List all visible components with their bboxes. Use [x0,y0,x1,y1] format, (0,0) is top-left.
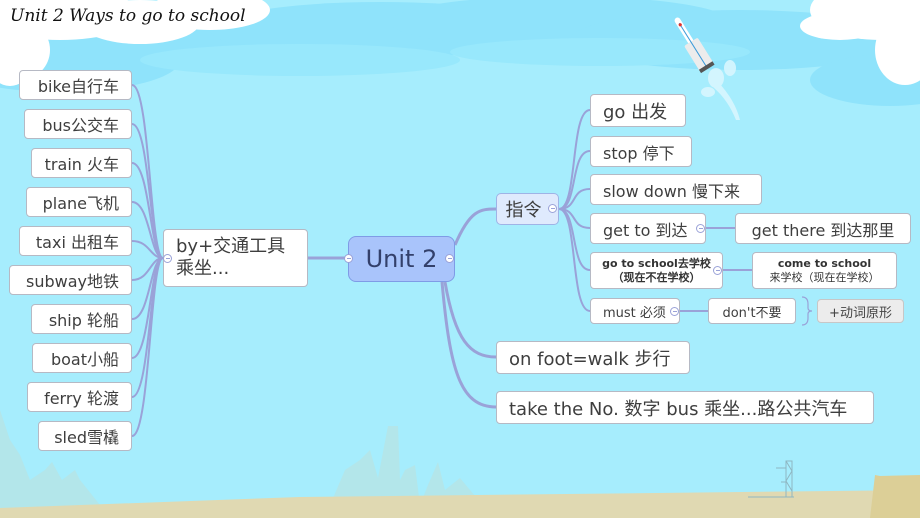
transport-node[interactable]: by+交通工具 乘坐... [163,229,308,287]
transport-item-label: plane飞机 [42,194,119,213]
commands-label: 指令 [505,200,542,221]
command-go[interactable]: go 出发 [590,94,686,127]
get-there-node[interactable]: get there 到达那里 [735,213,911,244]
transport-item[interactable]: taxi 出租车 [19,226,132,256]
verb-base-form-note: +动词原形 [817,299,904,323]
collapse-minus-icon[interactable] [445,254,454,263]
transport-item[interactable]: ferry 轮渡 [27,382,132,412]
transport-label-line1: by+交通工具 [176,236,286,257]
on-foot-node[interactable]: on foot=walk 步行 [496,341,690,374]
transport-item[interactable]: bus公交车 [24,109,132,139]
transport-item[interactable]: subway地铁 [9,265,132,295]
command-slow-down[interactable]: slow down 慢下来 [590,174,762,205]
collapse-minus-icon[interactable] [344,254,353,263]
transport-item[interactable]: train 火车 [31,148,132,178]
transport-item-label: taxi 出租车 [35,233,119,252]
collapse-minus-icon[interactable] [713,266,722,275]
collapse-minus-icon[interactable] [163,254,172,263]
take-bus-node[interactable]: take the No. 数字 bus 乘坐...路公共汽车 [496,391,874,424]
collapse-minus-icon[interactable] [670,307,679,316]
transport-item-label: bus公交车 [42,116,119,135]
transport-item-label: bike自行车 [37,77,119,96]
transport-item-label: subway地铁 [26,272,119,291]
transport-item-label: ferry 轮渡 [44,389,119,408]
transport-label-line2: 乘坐... [176,258,230,279]
right-brace-icon [801,296,813,326]
collapse-minus-icon[interactable] [548,204,557,213]
come-to-school-node[interactable]: come to school 来学校（现在在学校） [752,252,897,289]
transport-item-label: ship 轮船 [48,311,119,330]
transport-item[interactable]: bike自行车 [19,70,132,100]
root-label: Unit 2 [365,245,438,273]
rock [870,475,920,518]
transport-item-label: train 火车 [44,155,119,174]
transport-item[interactable]: ship 轮船 [31,304,132,334]
dont-node[interactable]: don't不要 [708,298,796,324]
transport-item-label: sled雪橇 [54,428,119,447]
transport-item-label: boat小船 [50,350,119,369]
collapse-minus-icon[interactable] [696,224,705,233]
slide-title: Unit 2 Ways to go to school [10,6,246,26]
root-node[interactable]: Unit 2 [348,236,455,282]
command-stop[interactable]: stop 停下 [590,136,692,167]
transport-item[interactable]: boat小船 [32,343,132,373]
command-must[interactable]: must 必须 [590,298,680,324]
command-get-to[interactable]: get to 到达 [590,213,706,244]
transport-item[interactable]: sled雪橇 [38,421,132,451]
transport-item[interactable]: plane飞机 [26,187,132,217]
command-go-to-school[interactable]: go to school去学校 （现在不在学校） [590,252,723,289]
